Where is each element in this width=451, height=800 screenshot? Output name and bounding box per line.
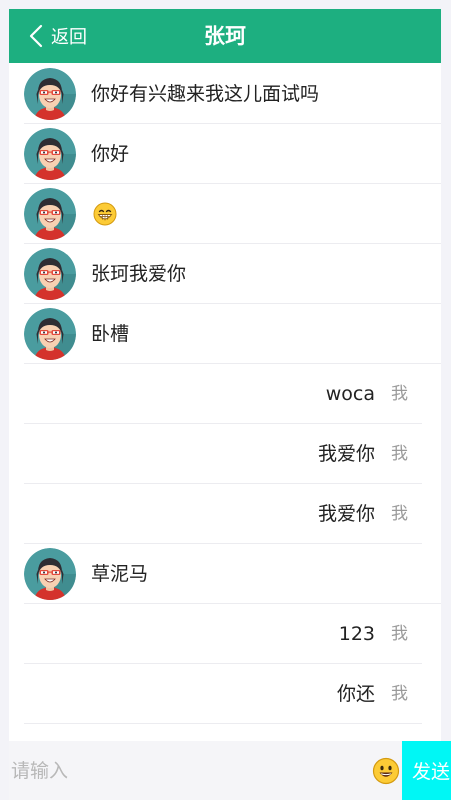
contact-avatar[interactable] (24, 248, 76, 300)
message-text: 我爱你 (317, 443, 375, 465)
contact-avatar[interactable] (24, 308, 76, 360)
grinning-face-emoji (93, 202, 117, 226)
outgoing-message-row: woca 我 (24, 364, 422, 424)
top-bar: 返回 张珂 (9, 9, 441, 63)
message-text: 张珂我爱你 (91, 263, 187, 285)
incoming-message-row: 卧槽 (24, 304, 441, 364)
composer-bar: 发送 (9, 741, 451, 800)
incoming-message-row: 张珂我爱你 (24, 244, 441, 304)
message-text: 草泥马 (91, 563, 149, 585)
outgoing-message-row: 我爱你我 (24, 484, 422, 544)
message-text: 你还 (336, 683, 375, 705)
page-title: 张珂 (204, 24, 246, 48)
send-button[interactable]: 发送 (402, 741, 451, 800)
message-text: 你好有兴趣来我这儿面试吗 (91, 83, 320, 105)
message-text: 我爱你 (317, 503, 375, 525)
outgoing-message-row: 你还我 (24, 664, 422, 724)
smiley-emoji-icon[interactable] (372, 757, 400, 785)
contact-avatar[interactable] (24, 68, 76, 120)
message-text: 卧槽 (91, 323, 130, 345)
message-text: woca (325, 383, 375, 405)
outgoing-message-row: 123 我 (24, 604, 422, 664)
incoming-message-row: 你好有兴趣来我这儿面试吗 (24, 64, 441, 124)
sender-me-label: 我 (391, 624, 408, 644)
outgoing-message-row: 我爱你我 (24, 424, 422, 484)
contact-avatar[interactable] (24, 128, 76, 180)
contact-avatar[interactable] (24, 188, 76, 240)
incoming-message-row: 你好 (24, 124, 441, 184)
incoming-message-row (24, 184, 441, 244)
contact-avatar[interactable] (24, 548, 76, 600)
sender-me-label: 我 (391, 444, 408, 464)
sender-me-label: 我 (391, 384, 408, 404)
message-input[interactable] (9, 741, 368, 800)
message-text: 123 (338, 623, 375, 645)
sender-me-label: 我 (391, 504, 408, 524)
message-text: 你好 (91, 143, 130, 165)
incoming-message-row: 草泥马 (24, 544, 441, 604)
sender-me-label: 我 (391, 684, 408, 704)
message-list[interactable]: 你好有兴趣来我这儿面试吗 你好 张珂我爱你 卧槽 woca 我 我爱你 我 我爱… (24, 64, 441, 724)
